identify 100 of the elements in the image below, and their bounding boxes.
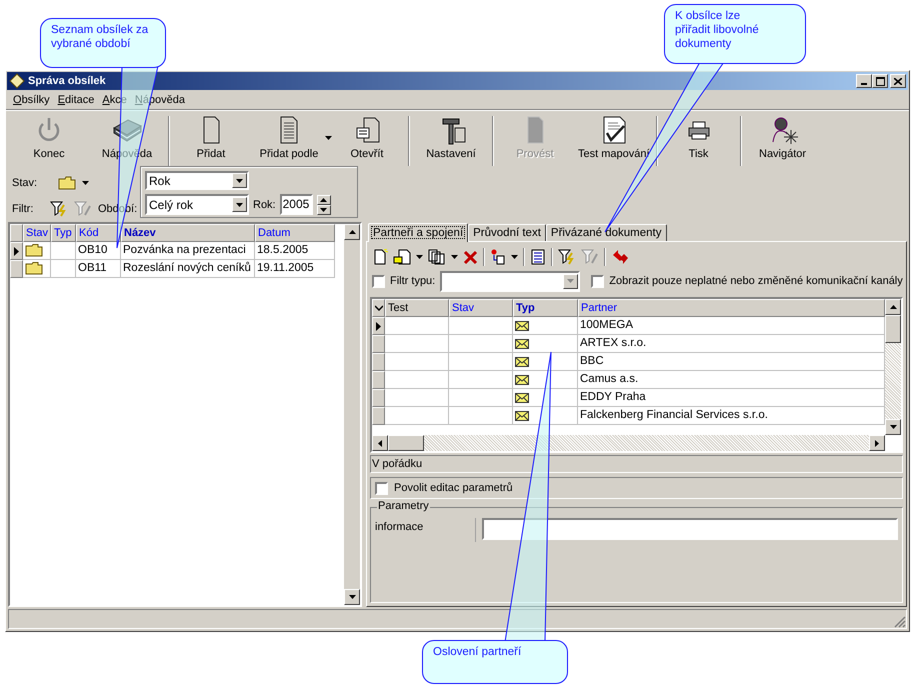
scrollbar[interactable]: [372, 435, 885, 451]
input-field[interactable]: [482, 518, 898, 540]
close-icon: [894, 78, 902, 84]
table-cell: 18.5.2005: [255, 242, 335, 260]
toolbar-button[interactable]: Konec: [10, 114, 88, 170]
caret-icon: [567, 279, 574, 283]
table-cell: Pozvánka na prezentaci: [121, 242, 255, 260]
envelope-icon: [515, 356, 529, 366]
parameter-label: informace: [375, 518, 476, 542]
year-label: Rok:: [253, 198, 276, 210]
scrollbar[interactable]: [885, 299, 901, 435]
pointer-icon: [376, 322, 381, 330]
document-icon[interactable]: [372, 249, 388, 265]
pointer-icon: [14, 246, 19, 256]
year-field[interactable]: 2005: [280, 194, 313, 215]
scroll-thumb[interactable]: [885, 315, 901, 343]
table-cell: 100MEGA: [578, 317, 885, 335]
column-header[interactable]: Kód: [76, 224, 121, 242]
up-arrow-icon[interactable]: [890, 305, 896, 309]
caret-icon[interactable]: [416, 255, 423, 259]
caret-icon[interactable]: [451, 255, 458, 259]
checkbox[interactable]: [375, 482, 388, 494]
delete-icon[interactable]: [463, 250, 478, 264]
toolbar-button[interactable]: Nastavení: [412, 114, 490, 170]
column-header[interactable]: Název: [121, 224, 255, 242]
envelope-icon: [515, 410, 529, 420]
left-arrow-icon[interactable]: [378, 440, 382, 446]
list-icon[interactable]: [530, 249, 546, 265]
checkbox[interactable]: [591, 274, 604, 288]
table-cell: [385, 407, 449, 425]
table-cell: OB11: [76, 260, 121, 278]
row-indicator[interactable]: [372, 317, 385, 335]
check-status: V pořádku: [370, 455, 903, 473]
filter-icon[interactable]: [558, 249, 576, 265]
callout: K obsílce lze přiřadit libovolné dokumenty: [664, 4, 806, 64]
callout: Oslovení partneří: [422, 640, 568, 684]
column-chooser-button[interactable]: [372, 299, 385, 317]
documents-icon[interactable]: [428, 249, 446, 265]
caret-icon[interactable]: [82, 180, 89, 184]
hand-document-icon[interactable]: [393, 249, 411, 265]
envelope-icon: [515, 338, 529, 348]
group-title: Parametry: [377, 500, 430, 512]
table-cell: 19.11.2005: [255, 260, 335, 278]
table-cell: OB10: [76, 242, 121, 260]
tab[interactable]: Partneři a spojení: [368, 223, 468, 242]
tab[interactable]: Přivázané dokumenty: [546, 224, 666, 241]
envelope-icon: [515, 392, 529, 402]
resize-grip-icon[interactable]: [894, 616, 906, 628]
folder-icon: [25, 244, 43, 257]
toolbar-button[interactable]: Přidat: [172, 114, 250, 170]
scrollbar[interactable]: [344, 224, 360, 605]
checkbox-label: Zobrazit pouze neplatné nebo změněné komunikační kanály: [609, 275, 903, 287]
close-button[interactable]: [890, 74, 906, 88]
callout: Seznam obsílek za vybrané období: [40, 18, 166, 68]
toolbar-button[interactable]: Otevřít: [328, 114, 406, 170]
caret-icon: [236, 202, 243, 206]
toolbar-button[interactable]: Tisk: [660, 114, 738, 170]
period-type-dropdown[interactable]: Rok: [145, 171, 249, 190]
column-header[interactable]: Test: [385, 299, 449, 317]
checkbox[interactable]: [372, 274, 385, 288]
menu-item[interactable]: Obsílky: [9, 94, 54, 106]
arrows-icon[interactable]: [611, 249, 629, 265]
tab[interactable]: Průvodní text: [468, 224, 546, 241]
column-header[interactable]: Stav: [23, 224, 51, 242]
scroll-thumb[interactable]: [388, 435, 424, 451]
row-indicator[interactable]: [10, 242, 23, 260]
column-header[interactable]: Typ: [51, 224, 76, 242]
table-cell: [385, 371, 449, 389]
import-icon[interactable]: [490, 249, 506, 265]
spin-up-button[interactable]: [316, 194, 331, 204]
filter-icon[interactable]: [50, 200, 68, 216]
down-arrow-icon[interactable]: [890, 425, 896, 429]
spin-down-button[interactable]: [316, 204, 331, 214]
checkbox-label: Filtr typu:: [390, 275, 436, 287]
menu-item[interactable]: Editace: [54, 94, 98, 106]
app-icon: [9, 73, 25, 89]
type-dropdown[interactable]: [440, 270, 580, 292]
folder-icon[interactable]: [58, 176, 76, 190]
toolbar-button[interactable]: Přidat podle: [250, 114, 328, 170]
column-header[interactable]: Datum: [255, 224, 335, 242]
right-arrow-icon[interactable]: [875, 440, 879, 446]
down-arrow-icon[interactable]: [348, 595, 356, 599]
minimize-button[interactable]: [856, 74, 872, 88]
period-dropdown[interactable]: Celý rok: [145, 194, 249, 215]
table-cell: [385, 353, 449, 371]
column-header[interactable]: Stav: [449, 299, 513, 317]
window-title: Správa obsílek: [28, 75, 106, 87]
column-header[interactable]: Partner: [578, 299, 885, 317]
caret-icon[interactable]: [325, 136, 332, 140]
column-header[interactable]: Typ: [513, 299, 578, 317]
caret-icon[interactable]: [511, 255, 518, 259]
toolbar-button[interactable]: Navigátor: [744, 114, 822, 170]
checkbox-label: Povolit editac parametrů: [394, 482, 513, 494]
up-arrow-icon[interactable]: [348, 230, 356, 234]
maximize-button[interactable]: [872, 74, 888, 88]
table-cell: Rozeslání nových ceníků: [121, 260, 255, 278]
table-cell: [385, 317, 449, 335]
down-arrow-icon: [320, 208, 328, 212]
table-cell: EDDY Praha: [578, 389, 885, 407]
table-cell: BBC: [578, 353, 885, 371]
